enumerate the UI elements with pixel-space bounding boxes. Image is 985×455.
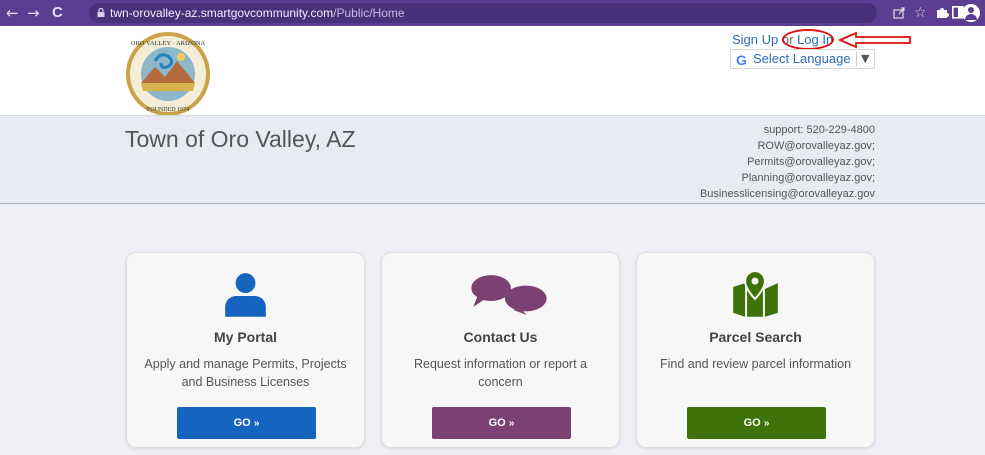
select-language-label: Select Language: [753, 51, 851, 66]
contact-us-go-button[interactable]: GO »: [432, 407, 571, 439]
left-arrow-annotation-icon: [838, 31, 911, 49]
google-g-icon: G: [736, 52, 747, 68]
card-description: Apply and manage Permits, Projects and B…: [144, 357, 347, 389]
login-highlight-annotation: [782, 29, 834, 50]
url-host: twn-orovalley-az.smartgovcommunity.com: [110, 6, 334, 20]
card-title: Parcel Search: [709, 329, 802, 345]
double-chevron-icon: »: [508, 418, 515, 429]
go-label: GO: [488, 417, 506, 429]
contact-line: Businesslicensing@orovalleyaz.gov: [699, 188, 875, 200]
chat-bubbles-icon: [471, 275, 547, 315]
go-label: GO: [233, 417, 251, 429]
dropdown-arrow-icon: ▼: [861, 52, 870, 65]
site-title: Town of Oro Valley, AZ: [125, 126, 356, 152]
forward-arrow-icon[interactable]: →: [27, 4, 40, 22]
address-bar[interactable]: twn-orovalley-az.smartgovcommunity.com/P…: [89, 3, 877, 23]
svg-text:FOUNDED 1974: FOUNDED 1974: [147, 107, 189, 113]
share-icon[interactable]: [893, 6, 906, 19]
contact-line: ROW@orovalleyaz.gov;: [757, 140, 875, 152]
map-pin-icon: [733, 271, 778, 317]
google-translate-selector[interactable]: G Select Language ▼: [730, 49, 875, 69]
svg-text:ORO VALLEY · ARIZONA: ORO VALLEY · ARIZONA: [131, 40, 206, 47]
person-icon: [225, 273, 266, 317]
go-label: GO: [743, 417, 761, 429]
bookmark-star-icon[interactable]: ☆: [914, 4, 927, 22]
my-portal-card: My Portal Apply and manage Permits, Proj…: [126, 252, 365, 448]
card-description: Find and review parcel information: [659, 357, 852, 371]
card-title: My Portal: [213, 329, 277, 345]
profile-avatar-icon[interactable]: [962, 4, 980, 22]
contact-line: Permits@orovalleyaz.gov;: [747, 156, 875, 168]
double-chevron-icon: »: [763, 418, 770, 429]
reload-icon[interactable]: C: [52, 4, 63, 22]
translate-divider: [856, 52, 857, 66]
contact-info: support: 520-229-4800 ROW@orovalleyaz.go…: [700, 122, 875, 202]
url-text: twn-orovalley-az.smartgovcommunity.com/P…: [110, 5, 405, 21]
url-path: /Public/Home: [333, 6, 405, 20]
oro-valley-seal-logo[interactable]: ORO VALLEY · ARIZONA FOUNDED 1974: [125, 31, 211, 117]
contact-us-card: Contact Us Request information or report…: [381, 252, 620, 448]
card-title: Contact Us: [463, 329, 538, 345]
contact-line: Planning@orovalleyaz.gov;: [741, 172, 875, 184]
browser-toolbar: ← → C twn-orovalley-az.smartgovcommunity…: [0, 0, 985, 26]
lock-icon: [97, 8, 105, 17]
extensions-puzzle-icon[interactable]: [936, 6, 949, 19]
sign-up-link[interactable]: Sign Up: [732, 32, 778, 47]
parcel-search-go-button[interactable]: GO »: [687, 407, 826, 439]
back-arrow-icon[interactable]: ←: [6, 4, 19, 22]
contact-line: support: 520-229-4800: [763, 124, 875, 136]
my-portal-go-button[interactable]: GO »: [177, 407, 316, 439]
card-description: Request information or report a concern: [413, 357, 587, 389]
double-chevron-icon: »: [253, 418, 260, 429]
parcel-search-card: Parcel Search Find and review parcel inf…: [636, 252, 875, 448]
